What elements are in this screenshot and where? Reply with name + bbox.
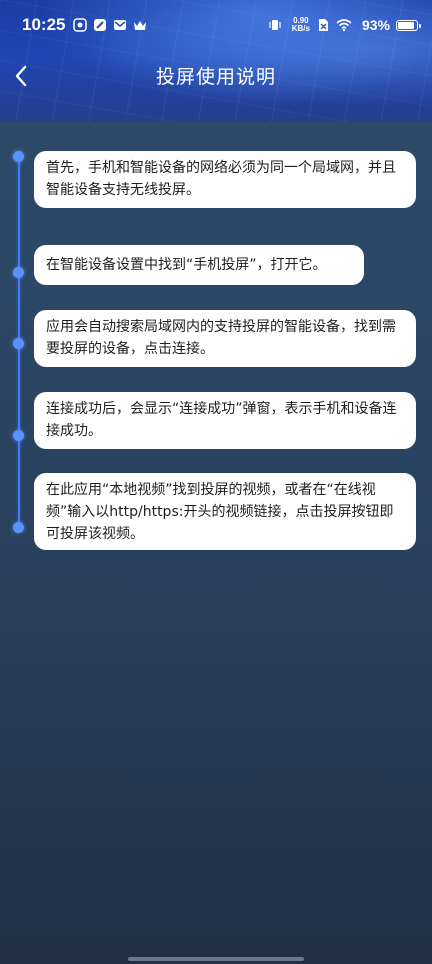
step-card-2: 在智能设备设置中找到“手机投屏”，打开它。 (34, 245, 364, 285)
status-time: 10:25 (22, 15, 66, 34)
status-bar-left: 10:25 (22, 15, 153, 35)
battery-icon (396, 19, 421, 31)
page-title: 投屏使用说明 (155, 66, 276, 88)
step-card-3: 应用会自动搜索局域网内的支持投屏的智能设备，找到需要投屏的设备，点击连接。 (34, 310, 416, 367)
home-indicator[interactable] (128, 957, 304, 961)
step-text: 首先，手机和智能设备的网络必须为同一个局域网，并且智能设备支持无线投屏。 (46, 160, 396, 198)
timeline-dot (13, 522, 24, 533)
timeline-dot (13, 267, 24, 278)
battery-level-fill (398, 21, 414, 29)
timeline-dot (13, 430, 24, 441)
step-card-4: 连接成功后，会显示“连接成功”弹窗，表示手机和设备连接成功。 (34, 392, 416, 449)
wifi-icon (336, 18, 352, 32)
crown-icon (133, 18, 147, 32)
step-card-1: 首先，手机和智能设备的网络必须为同一个局域网，并且智能设备支持无线投屏。 (34, 151, 416, 208)
step-text: 应用会自动搜索局域网内的支持投屏的智能设备，找到需要投屏的设备，点击连接。 (46, 319, 396, 357)
vibrate-icon (268, 18, 282, 32)
title-bar: 投屏使用说明 (0, 52, 432, 102)
battery-percent: 93% (361, 17, 390, 33)
network-speed: 0.90 KB/s (292, 17, 310, 33)
mail-icon (113, 18, 127, 32)
app-notification-icon (73, 18, 88, 32)
app-notification-icon (93, 18, 107, 32)
step-text: 连接成功后，会显示“连接成功”弹窗，表示手机和设备连接成功。 (46, 401, 397, 439)
timeline-dot (13, 338, 24, 349)
sim-icon (316, 18, 330, 32)
header-banner: 10:25 0.90 KB/s 93% 投屏使用说明 (0, 0, 432, 122)
network-speed-unit: KB/s (291, 24, 310, 33)
status-bar: 10:25 0.90 KB/s 93% (0, 0, 432, 50)
timeline-dot (13, 151, 24, 162)
status-bar-right: 0.90 KB/s 93% (268, 17, 421, 33)
step-text: 在智能设备设置中找到“手机投屏”，打开它。 (46, 257, 327, 273)
step-card-5: 在此应用“本地视频”找到投屏的视频，或者在“在线视频”输入以http/https… (34, 473, 416, 550)
step-text: 在此应用“本地视频”找到投屏的视频，或者在“在线视频”输入以http/https… (46, 482, 394, 542)
